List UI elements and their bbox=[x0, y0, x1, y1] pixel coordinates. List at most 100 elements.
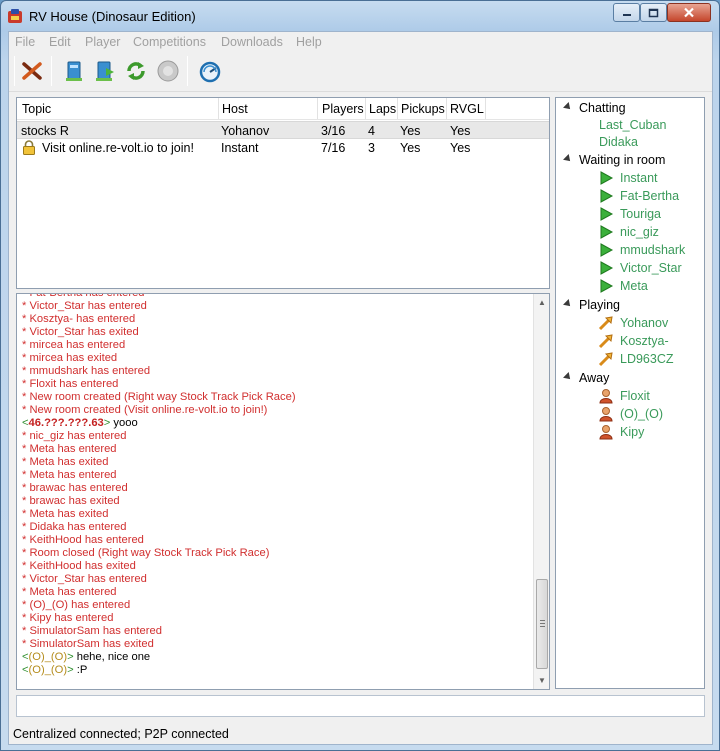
player-item[interactable]: Floxit bbox=[556, 388, 704, 404]
room-pickups: Yes bbox=[400, 124, 421, 138]
column-rvgl[interactable]: RVGL bbox=[450, 102, 484, 116]
column-divider[interactable] bbox=[218, 98, 219, 119]
system-message: * brawac has entered bbox=[22, 482, 128, 494]
player-item[interactable]: nic_giz bbox=[556, 224, 704, 240]
chat-line: * Meta has exited bbox=[22, 456, 532, 469]
scrollbar-thumb[interactable] bbox=[536, 579, 548, 669]
chat-line: * Meta has entered bbox=[22, 443, 532, 456]
player-item[interactable]: LD963CZ bbox=[556, 351, 704, 367]
expand-arrow-icon[interactable] bbox=[563, 154, 573, 164]
column-divider[interactable] bbox=[485, 98, 486, 119]
player-name: Meta bbox=[620, 279, 648, 293]
room-row[interactable]: Visit online.re-volt.io to join! Instant… bbox=[17, 139, 549, 157]
refresh-button[interactable] bbox=[122, 57, 150, 85]
chat-line: <(O)_(O)> :P bbox=[22, 664, 532, 677]
player-name: Victor_Star bbox=[620, 261, 682, 275]
menu-help[interactable]: Help bbox=[296, 35, 322, 49]
host-room-icon bbox=[66, 61, 82, 81]
join-room-button[interactable] bbox=[91, 57, 119, 85]
player-group[interactable]: Away bbox=[556, 370, 704, 386]
chat-nick[interactable]: (O)_(O) bbox=[29, 664, 68, 676]
player-name: Touriga bbox=[620, 207, 661, 221]
column-topic[interactable]: Topic bbox=[22, 102, 51, 116]
system-message: * KeithHood has entered bbox=[22, 534, 144, 546]
player-group[interactable]: Chatting bbox=[556, 100, 704, 116]
column-divider[interactable] bbox=[317, 98, 318, 119]
system-message: * Floxit has entered bbox=[22, 378, 119, 390]
chat-line: * SimulatorSam has entered bbox=[22, 625, 532, 638]
chat-line: * brawac has entered bbox=[22, 482, 532, 495]
menu-downloads[interactable]: Downloads bbox=[221, 35, 283, 49]
player-item[interactable]: Kosztya- bbox=[556, 333, 704, 349]
player-name: (O)_(O) bbox=[620, 407, 664, 421]
player-group[interactable]: Waiting in room bbox=[556, 152, 704, 168]
player-item[interactable]: mmudshark bbox=[556, 242, 704, 258]
column-divider[interactable] bbox=[365, 98, 366, 119]
app-icon bbox=[8, 9, 22, 23]
menu-file[interactable]: File bbox=[15, 35, 35, 49]
play-flag-icon bbox=[598, 206, 614, 222]
maximize-icon bbox=[648, 8, 659, 17]
chat-line: * mircea has entered bbox=[22, 339, 532, 352]
system-message: * Victor_Star has entered bbox=[22, 573, 147, 585]
player-item[interactable]: Victor_Star bbox=[556, 260, 704, 276]
message-input[interactable] bbox=[16, 695, 705, 717]
chat-scrollbar[interactable]: ▲ ▼ bbox=[533, 294, 549, 689]
column-divider[interactable] bbox=[446, 98, 447, 119]
chat-log[interactable]: * Fat-Bertha has entered * Victor_Star ha… bbox=[16, 293, 550, 690]
scroll-down-arrow[interactable]: ▼ bbox=[534, 672, 549, 689]
chat-line: * Meta has entered bbox=[22, 586, 532, 599]
room-laps: 3 bbox=[368, 141, 375, 155]
system-message: * Didaka has entered bbox=[22, 521, 127, 533]
column-divider[interactable] bbox=[397, 98, 398, 119]
speedometer-button[interactable] bbox=[196, 57, 224, 85]
player-item[interactable]: Touriga bbox=[556, 206, 704, 222]
column-pickups[interactable]: Pickups bbox=[401, 102, 445, 116]
player-item[interactable]: Instant bbox=[556, 170, 704, 186]
chat-nick[interactable]: (O)_(O) bbox=[29, 651, 68, 663]
scroll-up-arrow[interactable]: ▲ bbox=[534, 294, 549, 311]
player-item[interactable]: Meta bbox=[556, 278, 704, 294]
room-players: 3/16 bbox=[321, 124, 346, 138]
column-laps[interactable]: Laps bbox=[369, 102, 396, 116]
chat-line: * KeithHood has entered bbox=[22, 534, 532, 547]
column-players[interactable]: Players bbox=[322, 102, 364, 116]
close-button[interactable] bbox=[667, 3, 711, 22]
maximize-button[interactable] bbox=[640, 3, 667, 22]
expand-arrow-icon[interactable] bbox=[563, 299, 573, 309]
room-laps: 4 bbox=[368, 124, 375, 138]
menu-player[interactable]: Player bbox=[85, 35, 120, 49]
column-host[interactable]: Host bbox=[222, 102, 248, 116]
expand-arrow-icon[interactable] bbox=[563, 372, 573, 382]
menu-competitions[interactable]: Competitions bbox=[133, 35, 206, 49]
host-room-button[interactable] bbox=[60, 57, 88, 85]
player-item[interactable]: Kipy bbox=[556, 424, 704, 440]
system-message: * New room created (Visit online.re-volt… bbox=[22, 404, 268, 416]
player-item[interactable]: Fat-Bertha bbox=[556, 188, 704, 204]
title-bar[interactable]: RV House (Dinosaur Edition) bbox=[1, 1, 719, 31]
play-flag-icon bbox=[598, 278, 614, 294]
app-window: RV House (Dinosaur Edition) File Edit Pl… bbox=[0, 0, 720, 751]
player-item[interactable]: Didaka bbox=[556, 134, 704, 150]
chat-message-text: hehe, nice one bbox=[73, 651, 151, 663]
stop-button[interactable] bbox=[154, 57, 182, 85]
system-message: * Meta has exited bbox=[22, 456, 109, 468]
chat-lines: * Fat-Bertha has entered * Victor_Star ha… bbox=[22, 294, 532, 677]
menu-edit[interactable]: Edit bbox=[49, 35, 71, 49]
room-row[interactable]: stocks R Yohanov 3/16 4 Yes Yes bbox=[17, 121, 549, 139]
racing-arrow-icon bbox=[598, 351, 614, 367]
group-label: Away bbox=[579, 371, 610, 385]
player-group[interactable]: Playing bbox=[556, 297, 704, 313]
player-item[interactable]: Yohanov bbox=[556, 315, 704, 331]
group-label: Playing bbox=[579, 298, 620, 312]
player-item[interactable]: Last_Cuban bbox=[556, 117, 704, 133]
minimize-button[interactable] bbox=[613, 3, 640, 22]
chat-line: * Didaka has entered bbox=[22, 521, 532, 534]
chat-line: * nic_giz has entered bbox=[22, 430, 532, 443]
expand-arrow-icon[interactable] bbox=[563, 102, 573, 112]
disconnect-button[interactable] bbox=[18, 57, 46, 85]
system-message: * Meta has exited bbox=[22, 508, 109, 520]
chat-nick[interactable]: 46.???.???.63 bbox=[29, 417, 104, 429]
chat-line: * SimulatorSam has exited bbox=[22, 638, 532, 651]
player-item[interactable]: (O)_(O) bbox=[556, 406, 704, 422]
